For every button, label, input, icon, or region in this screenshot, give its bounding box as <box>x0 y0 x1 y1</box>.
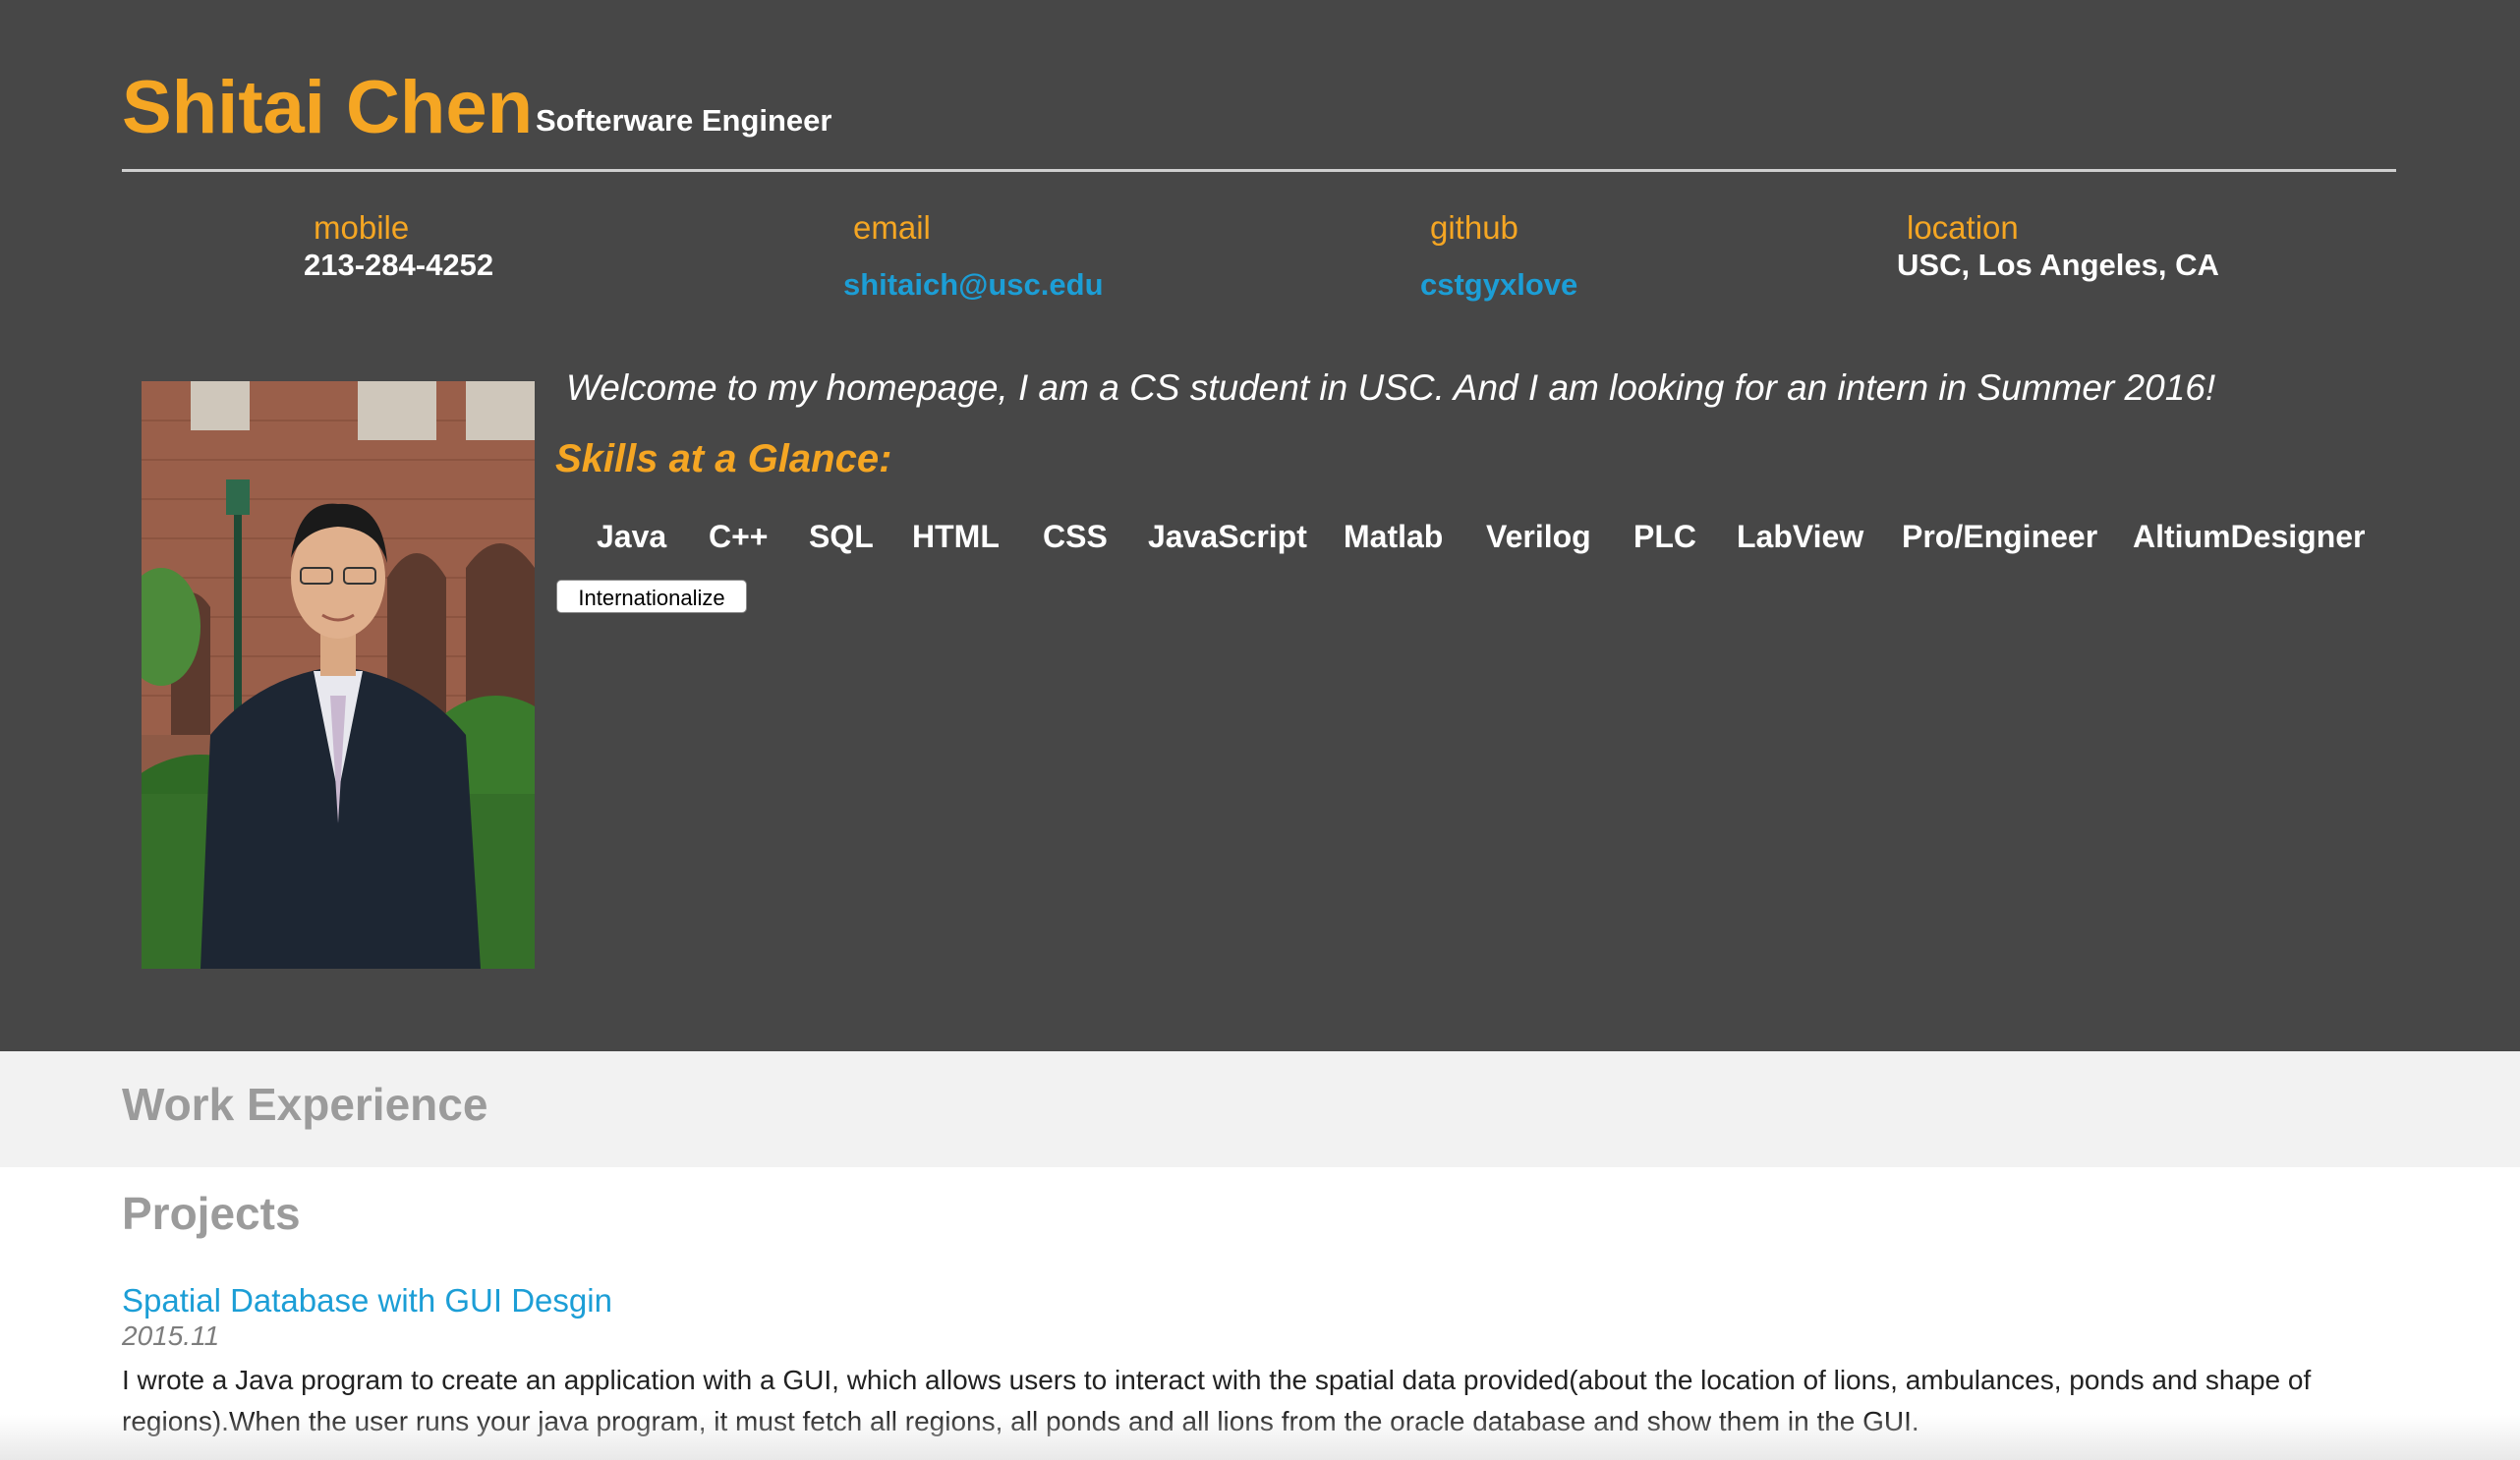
project-date: 2015.11 <box>122 1320 220 1351</box>
skill-item: LabView <box>1737 519 1864 554</box>
skill-item: Pro/Engineer <box>1902 519 2098 554</box>
job-title: Softerware Engineer <box>536 103 832 138</box>
header-divider <box>122 169 2396 172</box>
skill-item: Matlab <box>1344 519 1444 554</box>
internationalize-button[interactable]: Internationalize <box>556 580 747 613</box>
skill-item: AltiumDesigner <box>2133 519 2366 554</box>
mobile-value: 213-284-4252 <box>304 248 494 282</box>
welcome-text: Welcome to my homepage, I am a CS studen… <box>566 367 2216 408</box>
projects-heading: Projects <box>122 1188 301 1239</box>
location-label: location <box>1907 209 2019 246</box>
bottom-fade <box>0 1415 2520 1460</box>
name-heading: Shitai Chen <box>122 66 534 149</box>
skills-heading: Skills at a Glance: <box>555 437 892 480</box>
skill-item: C++ <box>709 519 769 554</box>
github-link[interactable]: cstgyxlove <box>1420 265 1577 305</box>
work-experience-heading: Work Experience <box>122 1079 488 1130</box>
email-link[interactable]: shitaich@usc.edu <box>843 265 1104 305</box>
work-experience-section: Work Experience <box>0 1051 2520 1167</box>
header-section: Shitai Chen Softerware Engineer mobile 2… <box>0 0 2520 1051</box>
skill-item: CSS <box>1043 519 1108 554</box>
skill-item: JavaScript <box>1148 519 1307 554</box>
mobile-label: mobile <box>314 209 410 246</box>
skill-item: Java <box>597 519 667 554</box>
skill-item: Verilog <box>1486 519 1591 554</box>
project-title-link[interactable]: Spatial Database with GUI Desgin <box>122 1280 612 1321</box>
location-value: USC, Los Angeles, CA <box>1897 248 2219 282</box>
skill-item: PLC <box>1633 519 1696 554</box>
skill-item: SQL <box>809 519 874 554</box>
skill-item: HTML <box>912 519 1000 554</box>
email-label: email <box>853 209 931 246</box>
profile-photo <box>142 381 535 969</box>
github-label: github <box>1430 209 1518 246</box>
